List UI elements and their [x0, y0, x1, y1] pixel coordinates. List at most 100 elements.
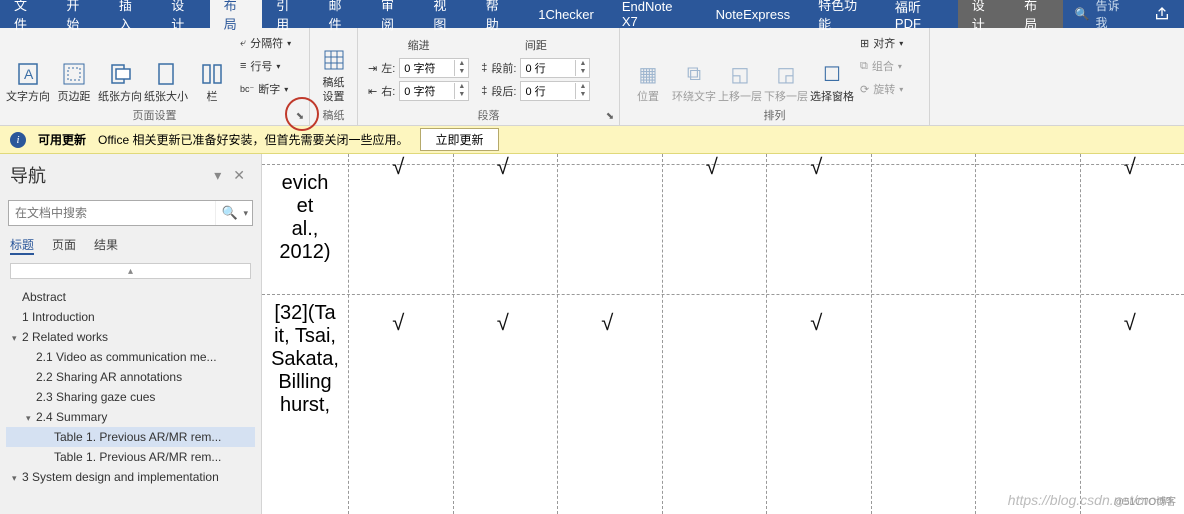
- orientation-icon: [106, 60, 134, 88]
- columns-button[interactable]: 栏: [190, 32, 234, 104]
- tab-home[interactable]: 开始: [52, 0, 104, 28]
- tell-me-search[interactable]: 🔍 告诉我: [1063, 0, 1140, 28]
- hyphenation-button[interactable]: bc⁻断字▾: [240, 78, 291, 100]
- tab-layout[interactable]: 布局: [210, 0, 262, 28]
- selection-pane-button[interactable]: ☐选择窗格: [810, 32, 854, 104]
- navigation-tabs: 标题 页面 结果: [0, 230, 261, 259]
- update-now-button[interactable]: 立即更新: [420, 128, 498, 151]
- tree-item[interactable]: 2.1 Video as communication me...: [6, 347, 255, 367]
- nav-tab-pages[interactable]: 页面: [52, 236, 76, 255]
- orientation-button[interactable]: 纸张方向: [98, 32, 142, 104]
- group-paragraph: 缩进 ⇥左: ▲▼ ⇤右: ▲▼ 间距 ‡段前: ▲▼ ‡段后: ▲▼ 段落 ⬊: [358, 28, 620, 125]
- checkmark: √: [392, 310, 404, 336]
- ribbon-tabs: 文件 开始 插入 设计 布局 引用 邮件 审阅 视图 帮助 1Checker E…: [0, 0, 1184, 28]
- checkmark: √: [392, 154, 404, 180]
- tab-review[interactable]: 审阅: [367, 0, 419, 28]
- navigation-search[interactable]: 🔍 ▾: [8, 200, 253, 226]
- table-gridline: [348, 154, 349, 514]
- text-direction-icon: A: [14, 60, 42, 88]
- tab-1checker[interactable]: 1Checker: [524, 0, 608, 28]
- tab-design[interactable]: 设计: [157, 0, 209, 28]
- tree-item[interactable]: 1 Introduction: [6, 307, 255, 327]
- search-dropdown-icon[interactable]: ▾: [243, 201, 252, 225]
- tab-contextual-layout[interactable]: 布局: [1010, 0, 1062, 28]
- wrap-text-button[interactable]: ⧉环绕文字: [672, 32, 716, 104]
- text-direction-button[interactable]: A 文字方向: [6, 32, 50, 104]
- navigation-search-input[interactable]: [9, 201, 215, 225]
- navigation-title: 导航: [10, 162, 208, 188]
- nav-tab-headings[interactable]: 标题: [10, 236, 34, 255]
- nav-tab-results[interactable]: 结果: [94, 236, 118, 255]
- corner-badge: @51CTO博客: [1114, 493, 1176, 508]
- table-gridline: [557, 154, 558, 514]
- tab-view[interactable]: 视图: [419, 0, 471, 28]
- checkmark: √: [1124, 310, 1136, 336]
- tab-file[interactable]: 文件: [0, 0, 52, 28]
- align-button[interactable]: ⊞对齐▾: [860, 32, 903, 54]
- size-button[interactable]: 纸张大小: [144, 32, 188, 104]
- table-gridline: [1080, 154, 1081, 514]
- manuscript-icon: [320, 46, 348, 74]
- space-after-icon: ‡: [481, 85, 487, 97]
- navigation-collapse-bar[interactable]: ▴: [10, 263, 251, 279]
- table-cell-text: evichetal.,2012): [270, 172, 340, 264]
- indent-left-icon: ⇥: [368, 62, 377, 75]
- tab-contextual-design[interactable]: 设计: [958, 0, 1010, 28]
- space-after-input[interactable]: ▲▼: [520, 81, 590, 101]
- tab-references[interactable]: 引用: [262, 0, 314, 28]
- document-canvas[interactable]: https://blog.csdn.net/moon @51CTO博客 evic…: [262, 154, 1184, 514]
- group-arrange: ▦位置 ⧉环绕文字 ◱上移一层 ◲下移一层 ☐选择窗格 ⊞对齐▾ ⧉组合▾ ⟳旋…: [620, 28, 930, 125]
- tree-item[interactable]: ▾3 System design and implementation: [6, 467, 255, 487]
- bring-forward-icon: ◱: [726, 60, 754, 88]
- tree-item[interactable]: ▾2 Related works: [6, 327, 255, 347]
- update-notification-bar: i 可用更新 Office 相关更新已准备好安装，但首先需要关闭一些应用。 立即…: [0, 126, 1184, 154]
- send-backward-button[interactable]: ◲下移一层: [764, 32, 808, 104]
- paragraph-dialog-launcher[interactable]: ⬊: [604, 110, 616, 122]
- tree-item[interactable]: Table 1. Previous AR/MR rem...: [6, 427, 255, 447]
- align-icon: ⊞: [860, 37, 869, 50]
- tab-special[interactable]: 特色功能: [804, 0, 881, 28]
- checkmark: √: [810, 154, 822, 180]
- tab-insert[interactable]: 插入: [105, 0, 157, 28]
- navigation-dropdown-icon[interactable]: ▾: [208, 167, 227, 184]
- table-gridline: [766, 154, 767, 514]
- share-icon[interactable]: [1140, 0, 1184, 28]
- margins-button[interactable]: 页边距: [52, 32, 96, 104]
- navigation-pane: 导航 ▾ ✕ 🔍 ▾ 标题 页面 结果 ▴ Abstract1 Introduc…: [0, 154, 262, 514]
- tab-endnote[interactable]: EndNote X7: [608, 0, 702, 28]
- search-icon[interactable]: 🔍: [215, 201, 243, 225]
- navigation-close-icon[interactable]: ✕: [227, 167, 251, 184]
- tree-item[interactable]: 2.2 Sharing AR annotations: [6, 367, 255, 387]
- tree-item[interactable]: 2.3 Sharing gaze cues: [6, 387, 255, 407]
- selection-pane-icon: ☐: [818, 60, 846, 88]
- breaks-icon: ⤶: [240, 37, 246, 50]
- tree-item[interactable]: Abstract: [6, 287, 255, 307]
- spacing-header: 间距: [481, 34, 590, 56]
- tab-mailings[interactable]: 邮件: [315, 0, 367, 28]
- columns-icon: [198, 60, 226, 88]
- indent-left-input[interactable]: ▲▼: [399, 58, 469, 78]
- position-icon: ▦: [634, 60, 662, 88]
- position-button[interactable]: ▦位置: [626, 32, 670, 104]
- group-objects-button[interactable]: ⧉组合▾: [860, 55, 903, 77]
- space-before-icon: ‡: [481, 62, 487, 74]
- bring-forward-button[interactable]: ◱上移一层: [718, 32, 762, 104]
- tree-item[interactable]: Table 1. Previous AR/MR rem...: [6, 447, 255, 467]
- update-title: 可用更新: [38, 131, 86, 148]
- indent-right-input[interactable]: ▲▼: [399, 81, 469, 101]
- tab-foxit[interactable]: 福昕PDF: [881, 0, 958, 28]
- space-before-input[interactable]: ▲▼: [520, 58, 590, 78]
- line-numbers-button[interactable]: ≡行号▾: [240, 55, 291, 77]
- tab-noteexpress[interactable]: NoteExpress: [702, 0, 804, 28]
- rotate-button[interactable]: ⟳旋转▾: [860, 78, 903, 100]
- group-label-arrange: 排列: [626, 107, 923, 123]
- wrap-text-icon: ⧉: [680, 60, 708, 88]
- hyphenation-icon: bc⁻: [240, 84, 254, 95]
- breaks-button[interactable]: ⤶分隔符▾: [240, 32, 291, 54]
- manuscript-settings-button[interactable]: 稿纸 设置: [316, 32, 351, 104]
- tab-help[interactable]: 帮助: [472, 0, 524, 28]
- tree-item[interactable]: ▾2.4 Summary: [6, 407, 255, 427]
- line-numbers-icon: ≡: [240, 60, 246, 72]
- indent-header: 缩进: [368, 34, 469, 56]
- page-setup-dialog-launcher[interactable]: ⬊: [294, 110, 306, 122]
